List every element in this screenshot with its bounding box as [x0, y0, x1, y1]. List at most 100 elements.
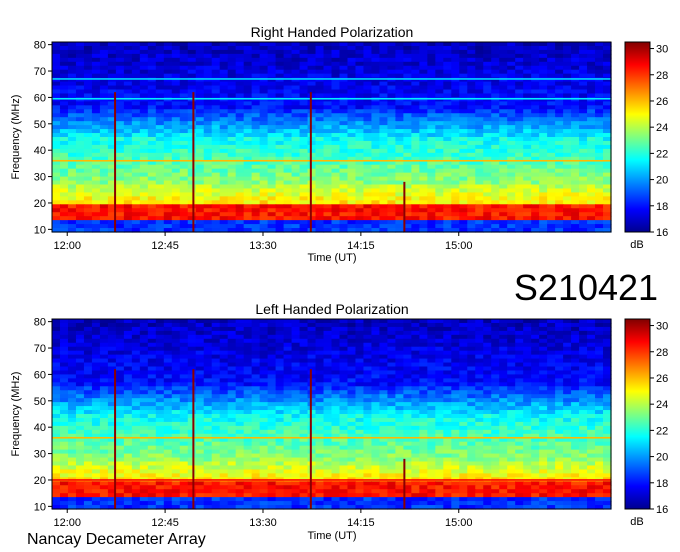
spectrogram-cell [155, 65, 165, 71]
spectrogram-cell [91, 101, 101, 106]
spectrogram-cell [483, 144, 492, 150]
spectrogram-cell [283, 144, 293, 150]
spectrogram-cell [259, 125, 269, 130]
spectrogram-cell [283, 220, 293, 225]
spectrogram-cell [387, 342, 396, 348]
spectrogram-cell [323, 394, 333, 399]
y-tick-label: 20 [34, 198, 46, 210]
spectrogram-cell [131, 168, 141, 174]
spectrogram-cell [99, 85, 109, 91]
spectrogram-cell [363, 358, 373, 364]
spectrogram-cell [563, 81, 572, 87]
spectrogram-cell [211, 334, 221, 340]
spectrogram-cell [595, 85, 604, 91]
spectrogram-cell [131, 133, 141, 138]
spectrogram-cell [323, 200, 333, 205]
spectrogram-cell [187, 113, 197, 118]
spectrogram-cell [283, 65, 293, 71]
spectrogram-cell [275, 49, 285, 55]
spectrogram-cell [131, 57, 141, 63]
spectrogram-cell [475, 137, 484, 142]
spectrogram-cell [435, 176, 444, 182]
spectrogram-cell [523, 350, 532, 356]
spectrogram-cell [587, 398, 596, 403]
spectrogram-cell [315, 65, 325, 71]
spectrogram-cell [91, 362, 101, 368]
spectrogram-cell [283, 93, 293, 99]
spectrogram-cell [555, 346, 564, 352]
spectrogram-cell [467, 93, 476, 99]
spectrogram-cell [147, 164, 157, 170]
spectrogram-cell [371, 184, 381, 190]
spectrogram-cell [179, 168, 189, 174]
spectrogram-cell [467, 362, 476, 368]
spectrogram-cell [331, 212, 341, 217]
spectrogram-cell [435, 81, 444, 87]
spectrogram-cell [99, 140, 109, 146]
spectrogram-cell [395, 105, 404, 110]
spectrogram-cell [507, 45, 516, 51]
spectrogram-cell [363, 93, 373, 99]
spectrogram-cell [555, 180, 564, 186]
spectrogram-cell [403, 144, 412, 150]
spectrogram-cell [499, 85, 508, 91]
spectrogram-cell [259, 330, 269, 336]
spectrogram-cell [531, 362, 540, 368]
spectrogram-cell [75, 196, 85, 201]
spectrogram-cell [571, 137, 580, 142]
spectrogram-cell [267, 342, 277, 348]
spectrogram-cell [155, 346, 165, 352]
spectrogram-cell [427, 140, 436, 146]
spectrogram-cell [531, 133, 540, 138]
spectrogram-cell [211, 192, 221, 197]
spectrogram-cell [443, 330, 452, 336]
spectrogram-cell [155, 137, 165, 142]
spectrogram-cell [603, 200, 612, 205]
spectrogram-cell [603, 121, 612, 126]
spectrogram-cell [91, 105, 101, 110]
spectrogram-cell [491, 121, 500, 126]
spectrogram-cell [587, 386, 596, 391]
spectrogram-cell [595, 204, 604, 209]
spectrogram-cell [52, 53, 61, 59]
spectrogram-cell [171, 362, 181, 368]
spectrogram-cell [467, 81, 476, 87]
spectrogram-cell [499, 144, 508, 150]
spectrogram-cell [571, 73, 580, 79]
spectrogram-cell [315, 354, 325, 360]
spectrogram-cell [67, 338, 77, 344]
spectrogram-cell [307, 49, 317, 55]
spectrogram-cell [531, 220, 540, 225]
spectrogram-cell [483, 164, 492, 170]
spectrogram-cell [387, 338, 396, 344]
spectrogram-cell [291, 208, 301, 213]
spectrogram-cell [499, 204, 508, 209]
spectrogram-cell [531, 121, 540, 126]
spectrogram-cell [243, 164, 253, 170]
spectrogram-cell [283, 350, 293, 356]
spectrogram-cell [219, 208, 229, 213]
spectrogram-cell [427, 144, 436, 150]
spectrogram-cell [491, 196, 500, 201]
spectrogram-cell [467, 180, 476, 186]
spectrogram-cell [403, 129, 412, 134]
spectrogram-cell [299, 208, 309, 213]
spectrogram-cell [179, 148, 189, 154]
spectrogram-cell [187, 53, 197, 59]
spectrogram-cell [603, 386, 612, 391]
spectrogram-cell [59, 148, 69, 154]
spectrogram-cell [283, 386, 293, 391]
spectrogram-cell [155, 406, 165, 411]
spectrogram-cell [155, 109, 165, 114]
spectrogram-cell [379, 93, 388, 99]
spectrogram-cell [539, 184, 548, 190]
spectrogram-cell [315, 140, 325, 146]
spectrogram-cell [571, 133, 580, 138]
spectrogram-cell [315, 216, 325, 221]
spectrogram-cell [371, 188, 381, 194]
spectrogram-cell [523, 394, 532, 399]
spectrogram-cell [299, 196, 309, 201]
spectrogram-cell [235, 144, 245, 150]
spectrogram-cell [411, 81, 420, 87]
spectrogram-cell [427, 330, 436, 336]
